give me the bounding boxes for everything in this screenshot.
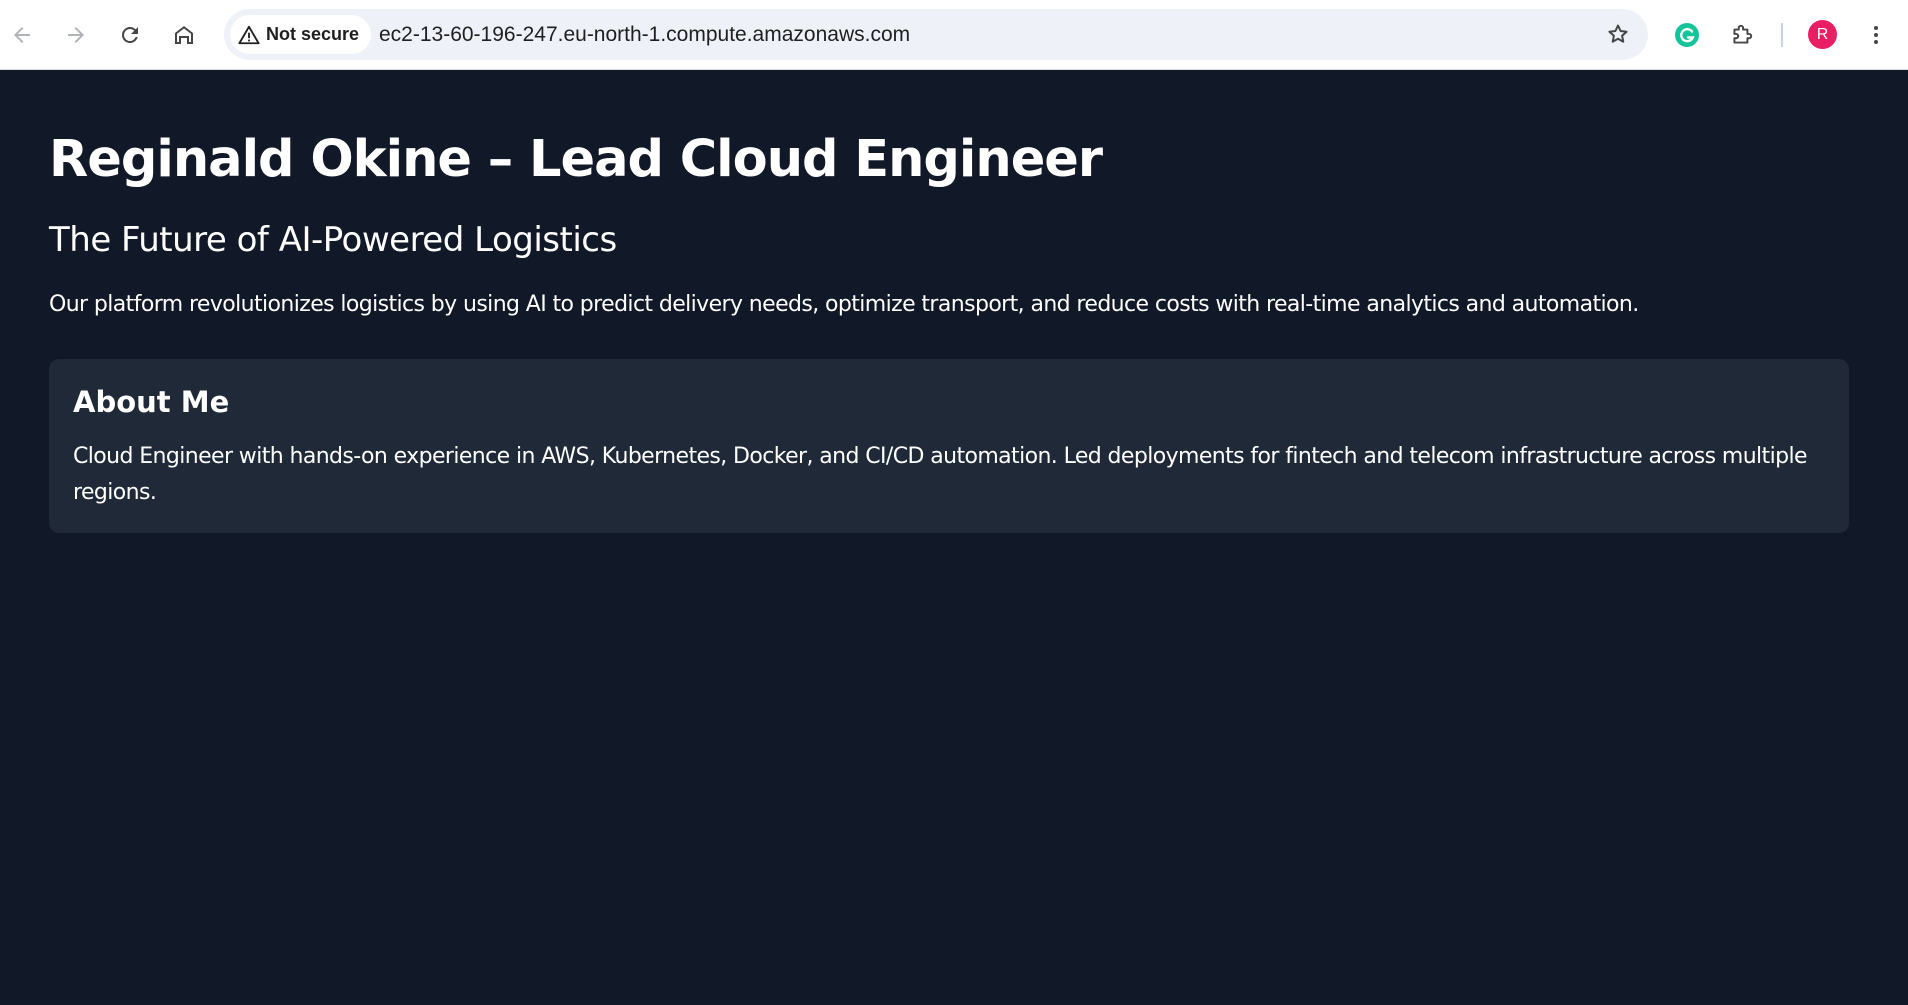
- home-button[interactable]: [166, 17, 202, 53]
- browser-toolbar: Not secure ec2-13-60-196-247.eu-north-1.…: [0, 0, 1908, 70]
- profile-avatar[interactable]: R: [1808, 20, 1837, 49]
- url-text[interactable]: ec2-13-60-196-247.eu-north-1.compute.ama…: [379, 9, 910, 60]
- back-button[interactable]: [4, 17, 40, 53]
- intro-paragraph: Our platform revolutionizes logistics by…: [49, 292, 1639, 317]
- reload-button[interactable]: [112, 17, 148, 53]
- kebab-menu-icon: [1874, 26, 1878, 44]
- about-text: Cloud Engineer with hands-on experience …: [73, 444, 1808, 505]
- forward-button[interactable]: [58, 17, 94, 53]
- security-label: Not secure: [266, 24, 360, 44]
- home-icon: [175, 26, 193, 44]
- grammarly-extension-button[interactable]: [1669, 17, 1705, 53]
- about-heading: About Me: [73, 385, 230, 419]
- extensions-button[interactable]: [1724, 17, 1760, 53]
- page-subtitle: The Future of AI-Powered Logistics: [49, 220, 617, 260]
- bookmark-button[interactable]: [1600, 16, 1636, 52]
- extensions-puzzle-icon: [1733, 24, 1753, 44]
- toolbar-divider: [1781, 23, 1783, 47]
- back-arrow-icon: [14, 27, 30, 43]
- star-icon: [1608, 24, 1628, 43]
- warning-icon: [238, 25, 260, 44]
- security-indicator[interactable]: Not secure: [230, 15, 372, 54]
- reload-icon: [121, 26, 138, 43]
- forward-arrow-icon: [68, 27, 84, 43]
- about-me-card: About Me Cloud Engineer with hands-on ex…: [49, 359, 1849, 533]
- browser-menu-button[interactable]: [1858, 17, 1894, 53]
- page-content: Reginald Okine – Lead Cloud Engineer The…: [0, 70, 1908, 1005]
- address-bar[interactable]: Not secure ec2-13-60-196-247.eu-north-1.…: [224, 9, 1648, 60]
- grammarly-icon: [1675, 23, 1699, 47]
- page-title: Reginald Okine – Lead Cloud Engineer: [49, 130, 1103, 189]
